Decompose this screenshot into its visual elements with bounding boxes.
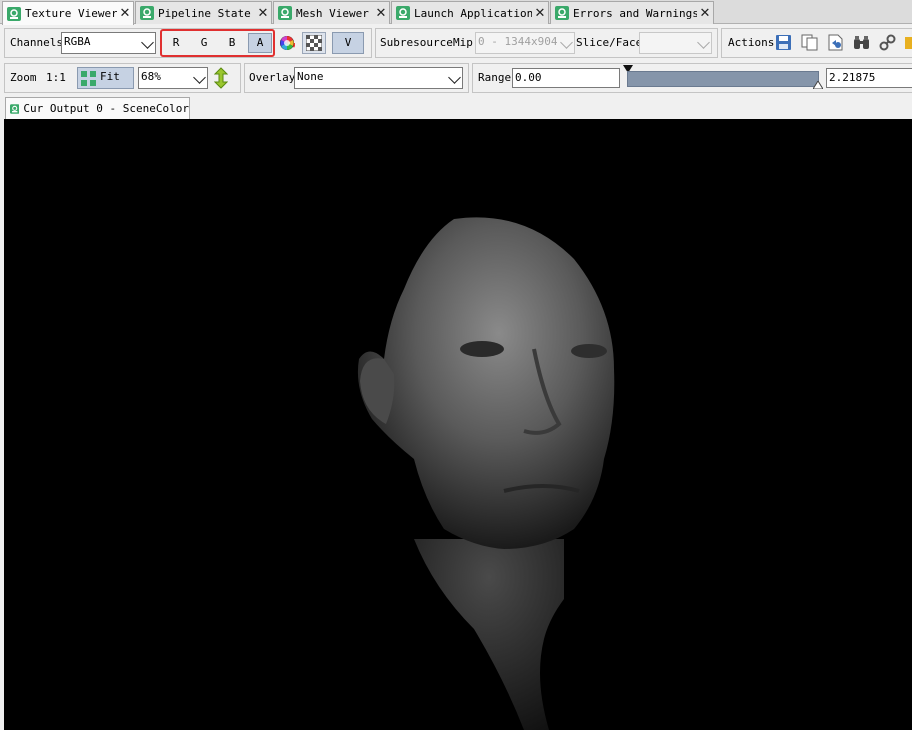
- close-icon[interactable]: ✕: [117, 6, 133, 21]
- close-icon[interactable]: ✕: [532, 6, 548, 21]
- channels-dropdown[interactable]: RGBA: [61, 32, 156, 54]
- slice-face-dropdown[interactable]: [639, 32, 712, 54]
- tab-label: Cur Output 0 - SceneColor: [23, 102, 189, 115]
- zoom-dropdown[interactable]: 68%: [138, 67, 208, 89]
- tab-pipeline-state[interactable]: Pipeline State ✕: [135, 1, 272, 24]
- add-icon[interactable]: [903, 34, 912, 51]
- rendered-texture-image: [357, 217, 615, 730]
- tab-cur-output[interactable]: Cur Output 0 - SceneColor: [5, 97, 190, 119]
- color-wheel-icon[interactable]: [279, 35, 295, 51]
- overlay-dropdown[interactable]: None: [294, 67, 463, 89]
- checkerboard-icon: [306, 35, 322, 51]
- fit-icon: [81, 71, 96, 86]
- range-max-handle-icon[interactable]: [813, 81, 823, 89]
- chevron-down-icon: [448, 71, 461, 84]
- zoom-value: 68%: [141, 70, 161, 83]
- texture-canvas[interactable]: [4, 119, 912, 730]
- window-icon: [140, 6, 154, 20]
- tab-launch-application[interactable]: Launch Application ✕: [391, 1, 549, 24]
- actions-label: Actions: [728, 36, 775, 49]
- range-min-input[interactable]: 0.00: [512, 68, 620, 88]
- range-histogram-bar[interactable]: [627, 71, 819, 87]
- channel-a-button[interactable]: A: [248, 33, 272, 53]
- close-icon[interactable]: ✕: [255, 6, 271, 21]
- mip-dropdown[interactable]: 0 - 1344x904: [475, 32, 575, 54]
- overlay-label: Overlay: [249, 71, 296, 84]
- tab-errors-and-warnings[interactable]: Errors and Warnings ✕: [550, 1, 714, 24]
- binoculars-icon[interactable]: [853, 34, 870, 51]
- v-flip-button[interactable]: V: [332, 32, 364, 54]
- zoom-range-toolbar: Zoom 1:1 Fit 68% Overlay None Range 0.00…: [0, 61, 912, 95]
- window-icon: [555, 6, 569, 20]
- mip-label: Mip: [453, 36, 473, 49]
- channel-b-button[interactable]: B: [220, 33, 244, 53]
- channels-toolbar: Channels RGBA R G B A V Subresource Mip …: [0, 25, 912, 61]
- channels-value: RGBA: [64, 35, 91, 48]
- overlay-value: None: [297, 70, 324, 83]
- range-max-input[interactable]: 2.21875: [826, 68, 912, 88]
- mip-value: 0 - 1344x904: [478, 35, 558, 48]
- slice-face-label: Slice/Face: [576, 36, 643, 49]
- channel-r-button[interactable]: R: [164, 33, 188, 53]
- subresource-label: Subresource: [380, 36, 453, 49]
- flip-vertical-icon[interactable]: [214, 67, 228, 89]
- channel-g-button[interactable]: G: [192, 33, 216, 53]
- window-icon: [278, 6, 292, 20]
- tab-mesh-viewer[interactable]: Mesh Viewer ✕: [273, 1, 390, 24]
- tab-label: Errors and Warnings: [573, 6, 697, 20]
- chevron-down-icon: [697, 36, 710, 49]
- chevron-down-icon: [141, 36, 154, 49]
- fit-label: Fit: [100, 70, 120, 83]
- tab-label: Launch Application: [414, 6, 532, 20]
- tab-label: Texture Viewer: [25, 7, 117, 20]
- tab-label: Pipeline State: [158, 6, 251, 20]
- open-texture-icon[interactable]: [827, 34, 844, 51]
- window-icon: [396, 6, 410, 20]
- zoom-label: Zoom: [10, 71, 37, 84]
- close-icon[interactable]: ✕: [373, 6, 389, 21]
- chevron-down-icon: [193, 71, 206, 84]
- tab-label: Mesh Viewer: [296, 6, 369, 20]
- fit-button[interactable]: Fit: [77, 67, 134, 89]
- range-label: Range: [478, 71, 512, 84]
- link-icon[interactable]: [879, 34, 896, 51]
- tab-texture-viewer[interactable]: Texture Viewer ✕: [2, 1, 134, 25]
- chevron-down-icon: [560, 36, 573, 49]
- window-icon: [7, 6, 21, 21]
- channels-label: Channels: [10, 36, 63, 49]
- copy-icon[interactable]: [801, 34, 818, 51]
- save-icon[interactable]: [775, 34, 792, 51]
- window-icon: [10, 103, 20, 114]
- checkerboard-button[interactable]: [302, 32, 326, 54]
- close-icon[interactable]: ✕: [697, 6, 713, 21]
- zoom-1-1-button[interactable]: 1:1: [46, 70, 66, 86]
